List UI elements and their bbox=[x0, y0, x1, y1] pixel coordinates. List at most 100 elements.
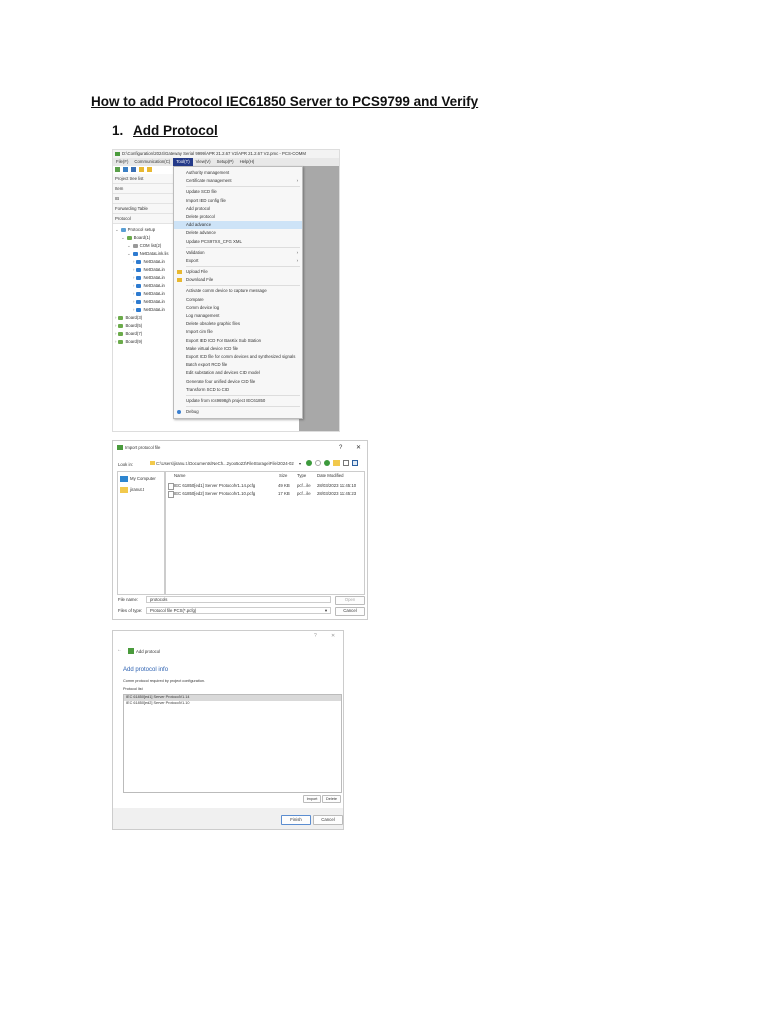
expand-chevron-icon[interactable]: › bbox=[115, 315, 116, 320]
file-row[interactable]: IEC 61850[ed1] Server ProtocolV1.14.pcfg… bbox=[166, 483, 362, 490]
menu-item-authority-management[interactable]: Authority management bbox=[174, 169, 302, 177]
expand-chevron-icon[interactable]: › bbox=[133, 299, 134, 304]
cancel-button[interactable]: Cancel bbox=[335, 607, 365, 616]
expand-chevron-icon[interactable]: › bbox=[115, 323, 116, 328]
tree-item[interactable]: › NetDataLin bbox=[113, 274, 173, 282]
menu-filef[interactable]: File(F) bbox=[113, 158, 131, 166]
tree-item[interactable]: › NetDataLin bbox=[113, 306, 173, 314]
sync-icon[interactable] bbox=[123, 167, 128, 172]
menu-item-upload-file[interactable]: Upload File bbox=[174, 268, 302, 276]
expand-chevron-icon[interactable]: ⌄ bbox=[127, 251, 131, 256]
panel-row[interactable]: Forwarding Table bbox=[113, 204, 173, 214]
close-button[interactable]: ✕ bbox=[331, 634, 335, 639]
file-name-input[interactable]: protocols bbox=[146, 596, 331, 603]
menu-communicationc[interactable]: Communication(C) bbox=[131, 158, 173, 166]
tree-item[interactable]: › NetDataLin bbox=[113, 298, 173, 306]
menu-item-update-pcs97xx-cfg-xml[interactable]: Update PCS97XX_CFG XML bbox=[174, 238, 302, 246]
tree-item[interactable]: › Board(9) bbox=[113, 338, 173, 346]
finish-button[interactable]: Finish bbox=[281, 815, 311, 825]
column-name[interactable]: Name bbox=[174, 473, 185, 478]
menu-item-update-from-rcs9698gh-project-[interactable]: Update from rcs9698gh project IEC61850 bbox=[174, 397, 302, 405]
protocol-list-item[interactable]: IEC 61850[ed2] Server ProtocolV1.10 bbox=[124, 701, 341, 707]
menu-toolt[interactable]: Tool(T) bbox=[173, 158, 193, 166]
menu-item-delete-protocol[interactable]: Delete protocol bbox=[174, 213, 302, 221]
tree-item[interactable]: › Board(7) bbox=[113, 330, 173, 338]
menu-item-download-file[interactable]: Download File bbox=[174, 276, 302, 284]
expand-chevron-icon[interactable]: › bbox=[133, 267, 134, 272]
expand-chevron-icon[interactable]: ⌄ bbox=[127, 243, 131, 248]
tree-item[interactable]: › NetDataLin bbox=[113, 258, 173, 266]
place-my-computer[interactable]: My Computer bbox=[120, 475, 162, 483]
expand-chevron-icon[interactable]: › bbox=[133, 291, 134, 296]
new-folder-icon[interactable] bbox=[333, 460, 340, 466]
column-type[interactable]: Type bbox=[297, 473, 306, 478]
menu-item-export-ied-icd-for-baskix-sub-[interactable]: Export IED ICD For BasKix Sub Station bbox=[174, 337, 302, 345]
menu-item-batch-export-rcd-file[interactable]: Batch export RCD file bbox=[174, 361, 302, 369]
back-button[interactable]: ← bbox=[117, 648, 122, 653]
menu-item-comm-device-log[interactable]: Comm device log bbox=[174, 304, 302, 312]
tree-item[interactable]: ⌄ Protocol setup bbox=[113, 226, 173, 234]
back-icon[interactable] bbox=[306, 460, 312, 466]
tree-item[interactable]: ⌄ COM list(2) bbox=[113, 242, 173, 250]
panel-row[interactable]: IB bbox=[113, 194, 173, 204]
menu-item-validation[interactable]: Validation › bbox=[174, 249, 302, 257]
expand-chevron-icon[interactable]: › bbox=[115, 339, 116, 344]
menu-item-add-protocol[interactable]: Add protocol bbox=[174, 205, 302, 213]
expand-chevron-icon[interactable]: › bbox=[133, 283, 134, 288]
column-date-modified[interactable]: Date Modified bbox=[317, 473, 344, 478]
list-view-icon[interactable] bbox=[343, 460, 349, 466]
forward-icon[interactable] bbox=[315, 460, 321, 466]
menu-item-certificate-management[interactable]: Certificate management › bbox=[174, 177, 302, 185]
import-button[interactable]: Import bbox=[303, 795, 321, 803]
menu-helph[interactable]: Help(H) bbox=[237, 158, 258, 166]
menu-viewv[interactable]: View(V) bbox=[193, 158, 214, 166]
menu-item-delete-advance[interactable]: Delete advance bbox=[174, 229, 302, 237]
file-type-select[interactable]: Protocol file PCS(*.pcfg) ▾ bbox=[146, 607, 331, 614]
menu-item-compare[interactable]: Compare bbox=[174, 296, 302, 304]
open-button[interactable]: Open bbox=[335, 596, 365, 605]
tree-item[interactable]: › Board(3) bbox=[113, 314, 173, 322]
menu-item-make-virtual-device-icd-file[interactable]: Make virtual device ICD file bbox=[174, 345, 302, 353]
menu-setupp[interactable]: Setup(P) bbox=[214, 158, 237, 166]
place-user-folder[interactable]: jiranut.t bbox=[120, 486, 162, 494]
tree-item[interactable]: › NetDataLin bbox=[113, 282, 173, 290]
menu-item-delete-obsolete-graphic-files[interactable]: Delete obsolete graphic files bbox=[174, 320, 302, 328]
help-button[interactable]: ? bbox=[339, 445, 342, 451]
menu-item-transform-scd-to-cid[interactable]: Transform SCD to CID bbox=[174, 386, 302, 394]
menu-item-import-ied-config-file[interactable]: Import IED config file bbox=[174, 197, 302, 205]
panel-row[interactable]: Protocol bbox=[113, 214, 173, 224]
expand-chevron-icon[interactable]: ⌄ bbox=[121, 235, 125, 240]
upload-icon[interactable] bbox=[139, 167, 144, 172]
chevron-down-icon[interactable]: ▾ bbox=[299, 462, 301, 466]
refresh-icon[interactable] bbox=[115, 167, 120, 172]
expand-chevron-icon[interactable]: › bbox=[115, 331, 116, 336]
menu-item-edit-substation-and-devices-ci[interactable]: Edit substation and devices CID model bbox=[174, 369, 302, 377]
menu-item-import-cim-file[interactable]: Import cim file bbox=[174, 328, 302, 336]
delete-button[interactable]: Delete bbox=[322, 795, 341, 803]
menu-item-add-advance[interactable]: Add advance bbox=[174, 221, 302, 230]
detail-view-icon[interactable] bbox=[352, 460, 358, 466]
look-in-select[interactable]: C:\Users\jiranu.t.\Documents\NeCh...2yoo… bbox=[147, 460, 302, 468]
file-row[interactable]: IEC 61850[ed2] Server ProtocolV1.10.pcfg… bbox=[166, 491, 362, 498]
menu-item-export-icd-file-for-comm-devic[interactable]: Export ICD file for comm devices and syn… bbox=[174, 353, 302, 361]
expand-chevron-icon[interactable]: › bbox=[133, 275, 134, 280]
menu-item-export[interactable]: Export › bbox=[174, 257, 302, 265]
save-icon[interactable] bbox=[131, 167, 136, 172]
menu-item-generate-four-unified-device-c[interactable]: Generate four unified device CID file bbox=[174, 378, 302, 386]
expand-chevron-icon[interactable]: › bbox=[133, 259, 134, 264]
tree-item[interactable]: › NetDataLin bbox=[113, 290, 173, 298]
expand-chevron-icon[interactable]: › bbox=[133, 307, 134, 312]
download-icon[interactable] bbox=[147, 167, 152, 172]
tree-item[interactable]: › NetDataLin bbox=[113, 266, 173, 274]
tree-item[interactable]: ⌄ NetDataLink.lis bbox=[113, 250, 173, 258]
cancel-button[interactable]: Cancel bbox=[313, 815, 343, 825]
tree-item[interactable]: › Board(5) bbox=[113, 322, 173, 330]
close-button[interactable]: ✕ bbox=[356, 445, 361, 451]
help-button[interactable]: ? bbox=[314, 634, 317, 639]
panel-row[interactable]: Project tree list bbox=[113, 174, 173, 184]
up-icon[interactable] bbox=[324, 460, 330, 466]
tree-item[interactable]: ⌄ Board(1) bbox=[113, 234, 173, 242]
expand-chevron-icon[interactable]: ⌄ bbox=[115, 227, 119, 232]
column-size[interactable]: Size bbox=[279, 473, 287, 478]
menu-item-update-scd-file[interactable]: Update SCD file bbox=[174, 188, 302, 196]
